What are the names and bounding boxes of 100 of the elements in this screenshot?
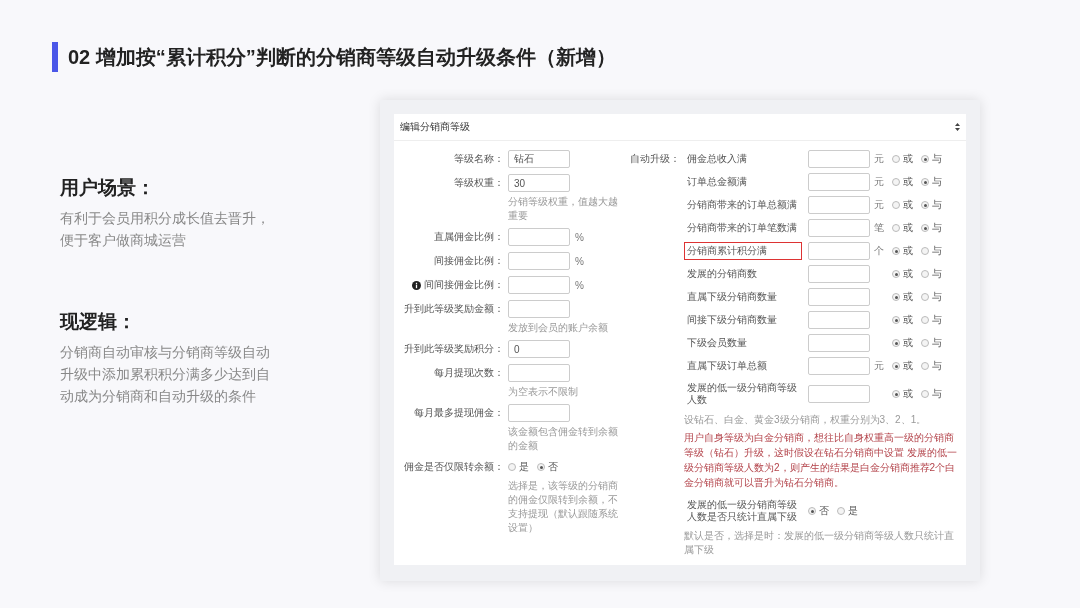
text-field[interactable] [508,404,570,422]
section-heading: 现逻辑： [60,310,137,334]
condition-label: 佣金总收入满 [686,152,748,166]
text-field[interactable] [808,357,870,375]
radio-button[interactable] [892,339,900,347]
unit-label: 元 [874,175,885,189]
unit-label: 元 [874,152,885,166]
radio-label: 是 [519,460,529,474]
radio-label: 或 [903,359,913,373]
condition-label: 直属下级分销商数量 [686,290,778,304]
field-label: 每月提现次数： [434,366,504,380]
unit-label: 笔 [874,221,885,235]
condition-label: 发展的低一级分销商等级人数是否只统计直属下级 [686,498,798,524]
radio-label: 是 [848,504,858,518]
condition-label: 发展的低一级分销商等级人数 [686,381,798,407]
radio-button[interactable] [808,507,816,515]
unit-label: 元 [874,359,885,373]
field-label: 自动升级： [630,152,680,166]
radio-button[interactable] [921,201,929,209]
text-field[interactable] [508,364,570,382]
condition-label: 发展的分销商数 [686,267,758,281]
field-label: 间接佣金比例： [434,254,504,268]
text-field[interactable]: 0 [508,340,570,358]
section-heading: 用户场景： [60,176,156,200]
radio-button[interactable] [892,362,900,370]
radio-button[interactable] [921,362,929,370]
radio-button[interactable] [892,178,900,186]
radio-label: 或 [903,198,913,212]
condition-label: 订单总金额满 [686,175,748,189]
radio-button[interactable] [508,463,516,471]
unit-label: % [575,231,584,243]
condition-label: 间接下级分销商数量 [686,313,778,327]
radio-button[interactable] [921,293,929,301]
radio-label: 或 [903,267,913,281]
radio-button[interactable] [921,390,929,398]
radio-label: 或 [903,175,913,189]
radio-button[interactable] [921,155,929,163]
radio-button[interactable] [837,507,845,515]
text-field[interactable] [808,219,870,237]
radio-label: 或 [903,290,913,304]
form-title: 编辑分销商等级 [400,120,470,134]
radio-button[interactable] [921,247,929,255]
text-field[interactable] [808,288,870,306]
radio-button[interactable] [892,155,900,163]
radio-button[interactable] [921,339,929,347]
radio-label: 或 [903,244,913,258]
note-text: 设钻石、白金、黄金3级分销商，权重分别为3、2、1。 [684,413,928,427]
radio-label: 或 [903,313,913,327]
unit-label: % [575,279,584,291]
radio-button[interactable] [537,463,545,471]
radio-button[interactable] [892,316,900,324]
text-field[interactable] [508,252,570,270]
section-text: 有利于会员用积分成长值去晋升，便于客户做商城运营 [60,209,271,250]
text-field[interactable] [508,276,570,294]
radio-label: 否 [548,460,558,474]
field-label: 直属佣金比例： [434,230,504,244]
radio-label: 否 [819,504,829,518]
text-field[interactable] [808,385,870,403]
scroll-arrows-icon [955,123,960,131]
radio-button[interactable] [921,224,929,232]
condition-label: 下级会员数量 [686,336,748,350]
radio-button[interactable] [892,270,900,278]
text-field[interactable] [808,265,870,283]
field-label: 升到此等级奖励积分： [404,342,504,356]
text-field[interactable]: 30 [508,174,570,192]
field-hint: 选择是，该等级的分销商的佣金仅限转到余额，不支持提现（默认跟随系统设置） [508,479,619,535]
radio-label: 与 [932,290,942,304]
radio-label: 与 [932,267,942,281]
radio-label: 与 [932,313,942,327]
radio-label: 与 [932,359,942,373]
radio-button[interactable] [892,390,900,398]
text-field[interactable] [808,150,870,168]
field-hint: 该金额包含佣金转到余额的金额 [508,425,619,453]
text-field[interactable]: 钻石 [508,150,570,168]
field-label: 等级名称： [454,152,504,166]
text-field[interactable] [808,311,870,329]
radio-button[interactable] [892,247,900,255]
field-label: 佣金是否仅限转余额： [404,460,504,474]
text-field[interactable] [808,173,870,191]
unit-label: 个 [874,244,885,258]
text-field[interactable] [508,300,570,318]
radio-button[interactable] [892,224,900,232]
condition-label: 分销商带来的订单笔数满 [686,221,798,235]
field-hint: 发放到会员的账户余额 [508,321,609,335]
radio-label: 与 [932,244,942,258]
radio-button[interactable] [921,270,929,278]
condition-label: 分销商累计积分满 [684,242,802,260]
radio-button[interactable] [892,293,900,301]
radio-label: 或 [903,221,913,235]
note-text: 用户自身等级为白金分销商，想往比自身权重高一级的分销商等级（钻石）升级，这时假设在钻石分销商中设置 发展的低一级分销商等级人数为2，则产生的结果是白金分销商推荐2个白金分销商就可以晋升为钻石分销商。 [684,431,958,490]
text-field[interactable] [808,334,870,352]
text-field[interactable] [808,242,870,260]
field-hint: 默认是否，选择是时：发展的低一级分销商等级人数只统计直属下级 [684,529,955,557]
text-field[interactable] [808,196,870,214]
radio-button[interactable] [921,316,929,324]
accent-bar [52,42,58,72]
radio-label: 与 [932,175,942,189]
text-field[interactable] [508,228,570,246]
radio-button[interactable] [921,178,929,186]
radio-button[interactable] [892,201,900,209]
